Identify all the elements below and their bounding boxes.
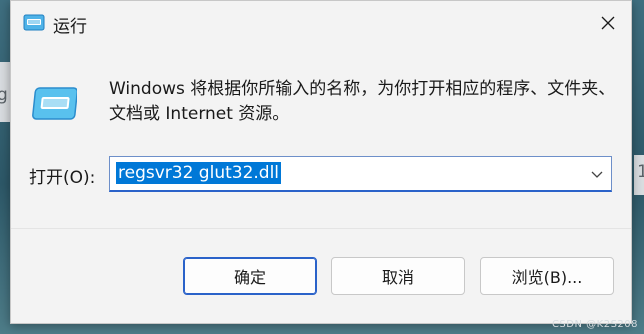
run-program-icon <box>32 87 77 120</box>
browse-button[interactable]: 浏览(B)... <box>480 257 614 295</box>
cancel-button[interactable]: 取消 <box>331 257 465 295</box>
close-button[interactable] <box>585 1 631 45</box>
ok-button[interactable]: 确定 <box>183 257 317 295</box>
open-combobox[interactable]: regsvr32 glut32.dll <box>109 156 612 192</box>
close-icon <box>601 16 615 30</box>
chevron-down-icon[interactable] <box>589 166 605 182</box>
dialog-description: Windows 将根据你所输入的名称，为你打开相应的程序、文件夹、文档或 Int… <box>109 79 616 124</box>
watermark: CSDN @K2S208 <box>551 319 638 330</box>
run-dialog: 运行 Windows 将根据你所输入的名称，为你打开相应的程序、文件夹、文档或 … <box>10 0 632 324</box>
title-bar[interactable]: 运行 <box>11 1 631 45</box>
open-field-label: 打开(O): <box>29 168 96 188</box>
desktop-background: g 1 运行 Windows 将根据你所输入的名称，为你打开相应的程序、文件夹、… <box>0 0 644 334</box>
background-text-right: 1 <box>637 162 644 182</box>
run-app-icon <box>23 14 45 31</box>
open-input[interactable]: regsvr32 glut32.dll <box>116 162 282 184</box>
button-bar: 确定 取消 浏览(B)... <box>11 228 631 323</box>
window-title: 运行 <box>53 17 87 37</box>
background-text-left: g <box>0 85 8 105</box>
